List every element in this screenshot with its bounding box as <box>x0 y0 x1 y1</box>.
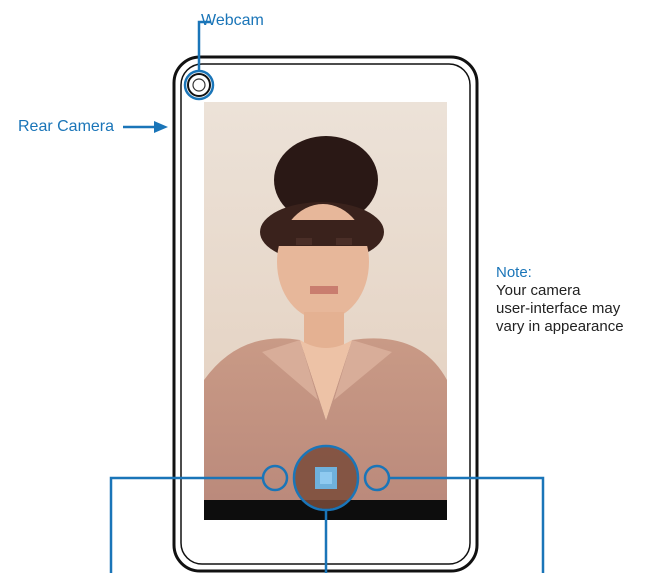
webcam-label: Webcam <box>201 12 264 29</box>
rear-camera-label: Rear Camera <box>18 118 115 135</box>
shutter-button-icon[interactable] <box>292 444 360 512</box>
note-box: Note: Your camera user-interface may var… <box>496 264 624 336</box>
note-title: Note: <box>496 264 532 281</box>
rear-camera-arrow <box>123 121 168 133</box>
note-line: user-interface may <box>496 300 621 317</box>
note-line: vary in appearance <box>496 318 624 335</box>
webcam-lens-icon <box>187 73 211 97</box>
note-line: Your camera <box>496 282 581 299</box>
